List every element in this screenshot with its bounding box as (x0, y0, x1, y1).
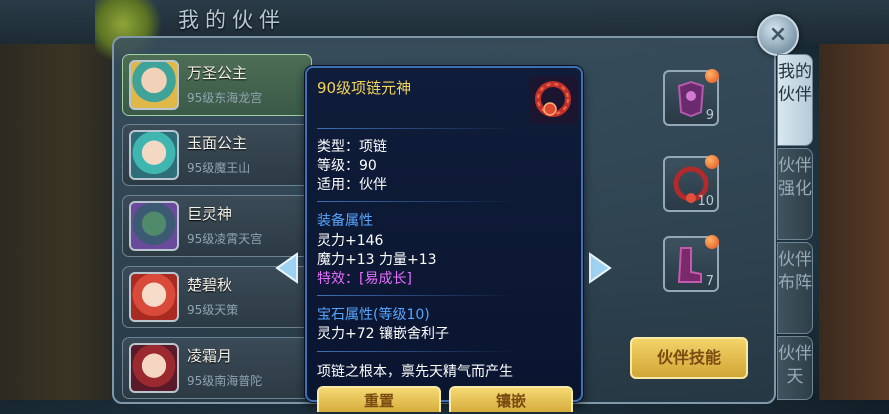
partner-name: 玉面公主 (187, 134, 248, 152)
partner-portrait (129, 201, 179, 251)
partner-skill-button[interactable]: 伙伴技能 (630, 337, 748, 379)
partner-subtitle: 95级南海普陀 (187, 374, 263, 388)
background-right (819, 44, 889, 400)
partner-name: 楚碧秋 (187, 276, 233, 294)
arrow-right-icon[interactable] (586, 250, 616, 286)
new-badge (705, 155, 719, 169)
equip-stat: 魔力+13 力量+13 (317, 252, 437, 268)
close-button[interactable]: × (757, 14, 799, 56)
necklace-icon (529, 76, 577, 124)
divider (317, 351, 517, 352)
partner-portrait (129, 60, 179, 110)
tab-label: 伙伴天 (778, 344, 812, 387)
partner-item[interactable]: 巨灵神 95级凌霄天宫 (122, 195, 312, 257)
tab-partner-enhance[interactable]: 伙伴强化 (777, 148, 813, 240)
item-applicable: 适用：伙伴 (317, 177, 387, 193)
item-description: 项链之根本，禀先天精气而产生 (317, 364, 513, 380)
special-effect: 特效：[易成长] (317, 271, 412, 287)
tab-my-partners[interactable]: 我的伙伴 (777, 54, 813, 146)
partner-item[interactable]: 玉面公主 95级魔王山 (122, 124, 312, 186)
equipment-slot[interactable]: 7 (663, 235, 719, 292)
tab-label: 我的伙伴 (778, 62, 812, 105)
divider (317, 201, 517, 202)
reset-button[interactable]: 重置 (317, 386, 441, 412)
partner-subtitle: 95级凌霄天宫 (187, 232, 263, 246)
partner-subtitle: 95级魔王山 (187, 161, 251, 175)
window-title: 我的伙伴 (178, 8, 286, 32)
item-level: 等级：90 (317, 158, 377, 174)
partner-portrait (129, 272, 179, 322)
partner-name: 巨灵神 (187, 205, 233, 223)
partner-portrait (129, 343, 179, 393)
equipment-count: 9 (705, 108, 714, 123)
equipment-count: 10 (697, 194, 714, 209)
partner-item[interactable]: 凌霜月 95级南海普陀 (122, 337, 312, 399)
partner-item[interactable]: 万圣公主 95级东海龙宫 (122, 54, 312, 116)
tab-partner-talent[interactable]: 伙伴天 (777, 336, 813, 400)
inlay-button[interactable]: 镶嵌 (449, 386, 573, 412)
new-badge (705, 235, 719, 249)
equipment-slot[interactable]: 9 (663, 69, 719, 126)
item-type: 类型：项链 (317, 139, 387, 155)
equip-attributes-header: 装备属性 (317, 213, 373, 229)
partner-portrait (129, 130, 179, 180)
tab-label: 伙伴强化 (778, 156, 812, 199)
divider (317, 295, 517, 296)
partner-subtitle: 95级东海龙宫 (187, 91, 263, 105)
item-tooltip: 90级项链元神 类型：项链 等级：90 适用：伙伴 装备属性 灵力+146 魔力… (305, 66, 583, 412)
arrow-left-icon[interactable] (271, 250, 301, 286)
partner-name: 凌霜月 (187, 347, 233, 365)
background-left (0, 44, 112, 400)
gem-stat: 灵力+72 镶嵌舍利子 (317, 326, 449, 342)
equipment-count: 7 (705, 274, 714, 289)
divider (317, 128, 517, 129)
partner-name: 万圣公主 (187, 64, 248, 82)
partner-subtitle: 95级天策 (187, 303, 239, 317)
equip-stat: 灵力+146 (317, 233, 384, 249)
new-badge (705, 69, 719, 83)
tab-label: 伙伴布阵 (778, 250, 812, 293)
gem-attributes-header: 宝石属性(等级10) (317, 307, 430, 323)
tab-partner-formation[interactable]: 伙伴布阵 (777, 242, 813, 334)
equipment-slot[interactable]: 10 (663, 155, 719, 212)
item-title: 90级项链元神 (317, 79, 412, 97)
